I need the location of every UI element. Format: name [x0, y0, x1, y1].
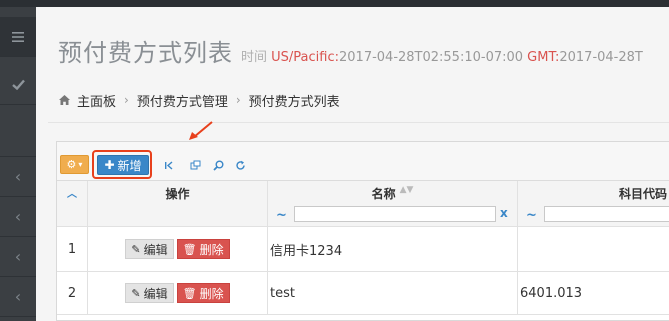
- sidebar-item-check[interactable]: [0, 65, 36, 105]
- column-header-code[interactable]: 科目代码 ~: [518, 181, 669, 226]
- local-time: 2017-04-28T02:55:10-07:00: [339, 50, 524, 65]
- row-name: 信用卡1234: [268, 227, 518, 271]
- chevron-left-icon: ‹: [14, 247, 22, 266]
- breadcrumb-separator: ›: [124, 93, 129, 107]
- gear-icon: ⚙: [66, 158, 77, 171]
- page-header: 预付费方式列表 时间 US/Pacific:2017-04-28T02:55:1…: [58, 33, 643, 68]
- breadcrumb-separator: ›: [235, 93, 241, 107]
- refresh-icon[interactable]: [230, 155, 250, 175]
- column-header-name[interactable]: 名称 ▲▼ ~ x: [268, 181, 518, 226]
- breadcrumb-current: 预付费方式列表: [248, 94, 340, 110]
- chevron-left-icon: ‹: [14, 287, 22, 306]
- row-index: 1: [57, 227, 88, 271]
- breadcrumb: 主面板 › 预付费方式管理 › 预付费方式列表: [58, 87, 340, 113]
- first-page-icon[interactable]: [159, 155, 179, 175]
- row-name: test: [268, 272, 518, 314]
- breadcrumb-manage[interactable]: 预付费方式管理: [137, 91, 228, 110]
- trash-icon: 🗑: [182, 242, 197, 256]
- row-code: 6401.013: [520, 285, 583, 301]
- page-title: 预付费方式列表: [58, 39, 233, 67]
- menu-icon[interactable]: [0, 17, 36, 57]
- hamburger-icon: [12, 31, 24, 42]
- chevron-left-icon: ‹: [14, 167, 22, 186]
- sidebar-item-blank[interactable]: [0, 117, 36, 157]
- time-label: 时间: [241, 50, 268, 65]
- chevron-left-icon: ‹: [14, 207, 22, 226]
- sort-icon: ▲▼: [399, 185, 414, 195]
- check-icon: [11, 79, 25, 90]
- clear-filter-icon[interactable]: x: [500, 206, 508, 220]
- breadcrumb-home[interactable]: 主面板: [77, 91, 116, 110]
- table-header-row: ︿ 操作 名称 ▲▼ ~ x 科目代码 ~: [57, 181, 669, 227]
- top-bar: [0, 0, 669, 7]
- edit-button[interactable]: ✎ 编辑: [125, 283, 174, 303]
- copy-icon[interactable]: [185, 155, 205, 175]
- row-actions: ✎ 编辑 🗑 删除: [88, 227, 268, 271]
- sidebar-item-3[interactable]: ‹: [0, 237, 36, 277]
- timezone-label: US/Pacific:: [271, 50, 339, 65]
- row-actions: ✎ 编辑 🗑 删除: [88, 272, 268, 314]
- grid-toolbar: ⚙ ▾ ✚ 新增: [57, 142, 669, 181]
- select-all-header[interactable]: ︿: [57, 181, 88, 226]
- code-filter-input[interactable]: [544, 206, 669, 222]
- edit-button[interactable]: ✎ 编辑: [125, 239, 174, 259]
- main-content: 预付费方式列表 时间 US/Pacific:2017-04-28T02:55:1…: [36, 7, 669, 321]
- caret-down-icon: ▾: [78, 160, 83, 169]
- annotation-arrow: [189, 121, 213, 140]
- sidebar-item-4[interactable]: ‹: [0, 277, 36, 317]
- filter-operator[interactable]: ~: [276, 208, 287, 223]
- filter-operator[interactable]: ~: [526, 208, 537, 223]
- row-code: [518, 227, 669, 271]
- column-header-actions: 操作: [88, 181, 268, 226]
- gmt-time: 2017-04-28T: [559, 50, 643, 65]
- page-subtitle: 时间 US/Pacific:2017-04-28T02:55:10-07:00 …: [241, 46, 643, 65]
- settings-button[interactable]: ⚙ ▾: [60, 155, 89, 174]
- row-index: 2: [57, 272, 88, 314]
- sidebar: ‹ ‹ ‹ ‹: [0, 7, 36, 321]
- sidebar-item-2[interactable]: ‹: [0, 197, 36, 237]
- name-filter-input[interactable]: [294, 206, 496, 222]
- trash-icon: 🗑: [182, 286, 197, 300]
- delete-button[interactable]: 🗑 删除: [176, 239, 230, 259]
- sidebar-item-1[interactable]: ‹: [0, 157, 36, 197]
- data-grid: ⚙ ▾ ✚ 新增 ︿ 操作 名称 ▲▼ ~ x 科目代码 ~ 1 ✎ 编辑 🗑 …: [56, 141, 669, 321]
- table-row[interactable]: 2 ✎ 编辑 🗑 删除 test 6401.013: [57, 272, 669, 315]
- divider: [48, 122, 669, 123]
- delete-button[interactable]: 🗑 删除: [176, 283, 230, 303]
- home-icon: [59, 95, 70, 105]
- table-row[interactable]: 1 ✎ 编辑 🗑 删除 信用卡1234: [57, 227, 669, 272]
- edit-icon: ✎: [131, 242, 141, 256]
- annotation-highlight: [92, 150, 152, 179]
- edit-icon: ✎: [131, 286, 141, 300]
- gmt-label: GMT:: [527, 50, 560, 65]
- chevron-up-icon: ︿: [67, 189, 77, 200]
- search-icon[interactable]: [208, 155, 228, 175]
